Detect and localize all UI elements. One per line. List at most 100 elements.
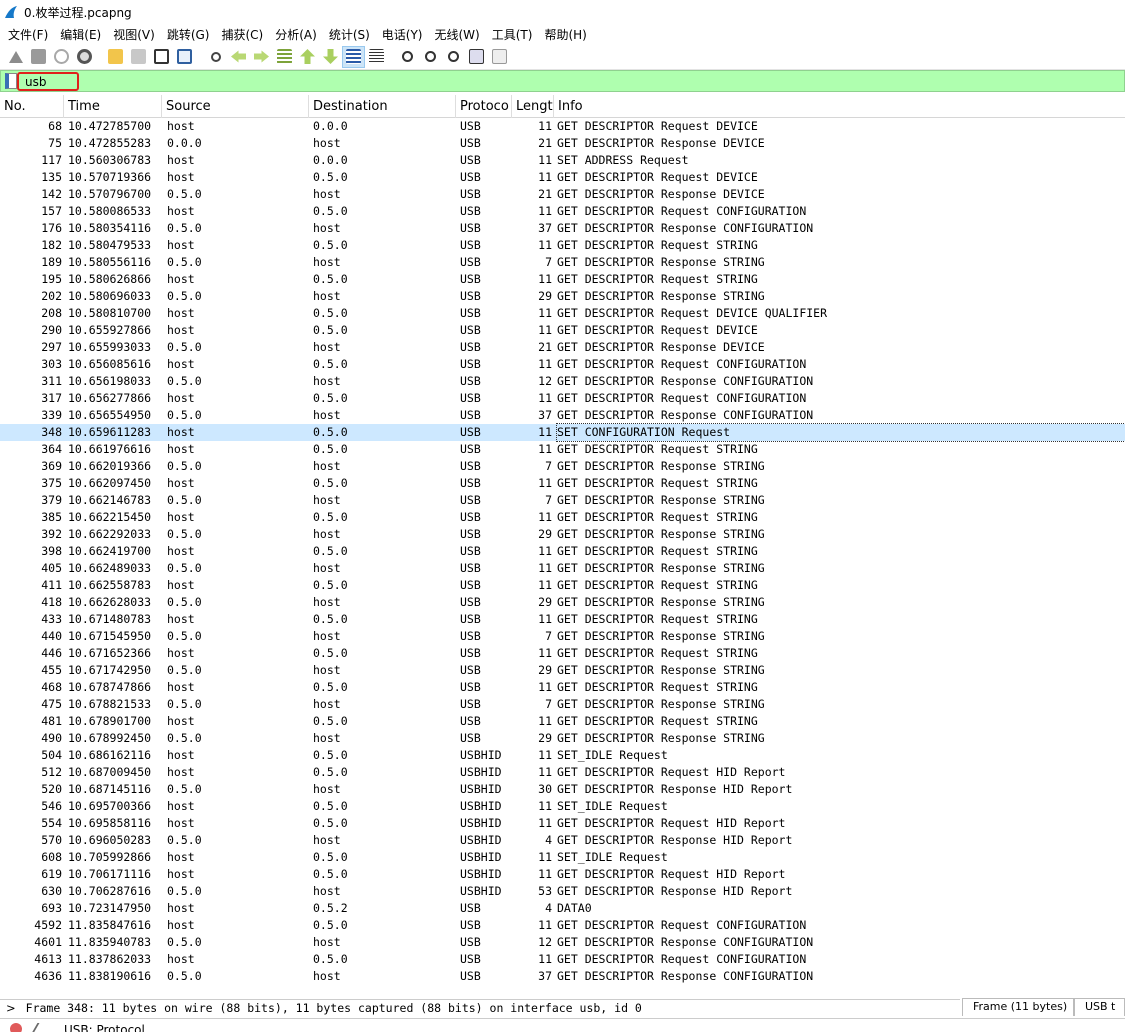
table-row[interactable]: 411 10.662558783 host 0.5.0 USB 11 GET DESCRIP… bbox=[0, 577, 1125, 594]
zoom-out-icon[interactable] bbox=[419, 46, 442, 68]
table-row[interactable]: 182 10.580479533 host 0.5.0 USB 11 GET DESCRIP… bbox=[0, 237, 1125, 254]
table-row[interactable]: 297 10.655993033 0.5.0 host USB 21 GET DESCRIP… bbox=[0, 339, 1125, 356]
edit-comment-icon[interactable] bbox=[30, 1022, 50, 1032]
table-row[interactable]: 195 10.580626866 host 0.5.0 USB 11 GET DESCRIP… bbox=[0, 271, 1125, 288]
cell-protocol: USB bbox=[460, 969, 481, 983]
table-row[interactable]: 375 10.662097450 host 0.5.0 USB 11 GET DESCRIP… bbox=[0, 475, 1125, 492]
table-row[interactable]: 630 10.706287616 0.5.0 host USBHID 53 GET DESC… bbox=[0, 883, 1125, 900]
table-row[interactable]: 348 10.659611283 host 0.5.0 USB 11 SET CONFIGU… bbox=[0, 423, 1125, 442]
column-header-protocol[interactable]: Protoco bbox=[456, 95, 512, 118]
zoom-in-icon[interactable] bbox=[396, 46, 419, 68]
column-header-time[interactable]: Time bbox=[64, 95, 162, 118]
resize-columns-icon[interactable] bbox=[465, 46, 488, 68]
table-row[interactable]: 392 10.662292033 0.5.0 host USB 29 GET DESCRIP… bbox=[0, 526, 1125, 543]
table-row[interactable]: 202 10.580696033 0.5.0 host USB 29 GET DESCRIP… bbox=[0, 288, 1125, 305]
table-row[interactable]: 440 10.671545950 0.5.0 host USB 7 GET DESCRIPT… bbox=[0, 628, 1125, 645]
table-row[interactable]: 446 10.671652366 host 0.5.0 USB 11 GET DESCRIP… bbox=[0, 645, 1125, 662]
table-row[interactable]: 520 10.687145116 0.5.0 host USBHID 30 GET DESC… bbox=[0, 781, 1125, 798]
table-row[interactable]: 398 10.662419700 host 0.5.0 USB 11 GET DESCRIP… bbox=[0, 543, 1125, 560]
autoscroll-icon[interactable] bbox=[342, 45, 365, 68]
table-row[interactable]: 369 10.662019366 0.5.0 host USB 7 GET DESCRIPT… bbox=[0, 458, 1125, 475]
column-header-source[interactable]: Source bbox=[162, 95, 309, 118]
table-row[interactable]: 142 10.570796700 0.5.0 host USB 21 GET DESCRIP… bbox=[0, 186, 1125, 203]
table-row[interactable]: 379 10.662146783 0.5.0 host USB 7 GET DESCRIPT… bbox=[0, 492, 1125, 509]
table-row[interactable]: 619 10.706171116 host 0.5.0 USBHID 11 GET DESC… bbox=[0, 866, 1125, 883]
menu-tools[interactable]: 工具(T) bbox=[486, 26, 539, 43]
table-row[interactable]: 490 10.678992450 0.5.0 host USB 29 GET DESCRIP… bbox=[0, 730, 1125, 747]
table-row[interactable]: 189 10.580556116 0.5.0 host USB 7 GET DESCRIPT… bbox=[0, 254, 1125, 271]
expert-info-icon[interactable] bbox=[10, 1022, 22, 1032]
table-row[interactable]: 554 10.695858116 host 0.5.0 USBHID 11 GET DESC… bbox=[0, 815, 1125, 832]
find-packet-icon[interactable] bbox=[204, 46, 227, 68]
table-row[interactable]: 608 10.705992866 host 0.5.0 USBHID 11 SET_IDLE… bbox=[0, 849, 1125, 866]
table-row[interactable]: 405 10.662489033 0.5.0 host USB 11 GET DESCRIP… bbox=[0, 560, 1125, 577]
table-row[interactable]: 208 10.580810700 host 0.5.0 USB 11 GET DESCRIP… bbox=[0, 305, 1125, 322]
table-row[interactable]: 157 10.580086533 host 0.5.0 USB 11 GET DESCRIP… bbox=[0, 203, 1125, 220]
table-row[interactable]: 364 10.661976616 host 0.5.0 USB 11 GET DESCRIP… bbox=[0, 441, 1125, 458]
table-row[interactable]: 385 10.662215450 host 0.5.0 USB 11 GET DESCRIP… bbox=[0, 509, 1125, 526]
table-row[interactable]: 433 10.671480783 host 0.5.0 USB 11 GET DESCRIP… bbox=[0, 611, 1125, 628]
menu-wireless[interactable]: 无线(W) bbox=[429, 26, 486, 43]
expand-arrow-icon[interactable]: > bbox=[6, 1001, 16, 1015]
stop-capture-icon[interactable] bbox=[27, 46, 50, 68]
table-row[interactable]: 75 10.472855283 0.0.0 host USB 21 GET DESCRIPT… bbox=[0, 135, 1125, 152]
table-row[interactable]: 418 10.662628033 0.5.0 host USB 29 GET DESCRIP… bbox=[0, 594, 1125, 611]
table-row[interactable]: 311 10.656198033 0.5.0 host USB 12 GET DESCRIP… bbox=[0, 373, 1125, 390]
menu-analyze[interactable]: 分析(A) bbox=[269, 26, 323, 43]
normal-size-icon[interactable] bbox=[442, 46, 465, 68]
first-packet-icon[interactable] bbox=[296, 46, 319, 68]
column-header-info[interactable]: Info bbox=[554, 95, 1125, 118]
menu-view[interactable]: 视图(V) bbox=[107, 26, 161, 43]
table-row[interactable]: 4592 11.835847616 host 0.5.0 USB 11 GET DESCRI… bbox=[0, 917, 1125, 934]
table-row[interactable]: 317 10.656277866 host 0.5.0 USB 11 GET DESCRIP… bbox=[0, 390, 1125, 407]
filter-bookmark-icon[interactable] bbox=[5, 73, 17, 89]
table-row[interactable]: 68 10.472785700 host 0.0.0 USB 11 GET DESCRIPT… bbox=[0, 118, 1125, 135]
layout-icon[interactable] bbox=[488, 46, 511, 68]
column-header-destination[interactable]: Destination bbox=[309, 95, 456, 118]
table-row[interactable]: 135 10.570719366 host 0.5.0 USB 11 GET DESCRIP… bbox=[0, 169, 1125, 186]
capture-options-icon[interactable] bbox=[73, 46, 96, 68]
go-back-icon[interactable] bbox=[227, 46, 250, 68]
display-filter-input[interactable] bbox=[17, 72, 79, 91]
table-row[interactable]: 475 10.678821533 0.5.0 host USB 7 GET DESCRIPT… bbox=[0, 696, 1125, 713]
restart-capture-icon[interactable] bbox=[50, 46, 73, 68]
open-file-icon[interactable] bbox=[104, 46, 127, 68]
menu-go[interactable]: 跳转(G) bbox=[161, 26, 216, 43]
go-to-packet-icon[interactable] bbox=[273, 46, 296, 68]
menu-capture[interactable]: 捕获(C) bbox=[215, 26, 269, 43]
tab-frame-bytes[interactable]: Frame (11 bytes) bbox=[962, 998, 1074, 1016]
table-row[interactable]: 693 10.723147950 host 0.5.2 USB 4 DATA0 bbox=[0, 900, 1125, 917]
menu-edit[interactable]: 编辑(E) bbox=[54, 26, 107, 43]
menu-telephony[interactable]: 电话(Y) bbox=[376, 26, 429, 43]
table-row[interactable]: 468 10.678747866 host 0.5.0 USB 11 GET DESCRIP… bbox=[0, 679, 1125, 696]
column-header-length[interactable]: Lengt bbox=[512, 95, 554, 118]
menu-help[interactable]: 帮助(H) bbox=[538, 26, 592, 43]
tab-usb-bytes[interactable]: USB t bbox=[1073, 998, 1125, 1016]
table-row[interactable]: 4601 11.835940783 0.5.0 host USB 12 GET DESCRI… bbox=[0, 934, 1125, 951]
last-packet-icon[interactable] bbox=[319, 46, 342, 68]
table-row[interactable]: 4613 11.837862033 host 0.5.0 USB 11 GET DESCRI… bbox=[0, 951, 1125, 968]
table-row[interactable]: 176 10.580354116 0.5.0 host USB 37 GET DESCRIP… bbox=[0, 220, 1125, 237]
table-row[interactable]: 339 10.656554950 0.5.0 host USB 37 GET DESCRIP… bbox=[0, 407, 1125, 424]
menu-file[interactable]: 文件(F) bbox=[2, 26, 54, 43]
start-capture-icon[interactable] bbox=[4, 46, 27, 68]
frame-summary[interactable]: Frame 348: 11 bytes on wire (88 bits), 1… bbox=[26, 1001, 642, 1015]
table-row[interactable]: 290 10.655927866 host 0.5.0 USB 11 GET DESCRIP… bbox=[0, 322, 1125, 339]
save-file-icon[interactable] bbox=[127, 46, 150, 68]
table-row[interactable]: 4636 11.838190616 0.5.0 host USB 37 GET DESCRI… bbox=[0, 968, 1125, 985]
colorize-icon[interactable] bbox=[365, 46, 388, 68]
table-row[interactable]: 455 10.671742950 0.5.0 host USB 29 GET DESCRIP… bbox=[0, 662, 1125, 679]
cell-info: GET DESCRIPTOR Request STRING bbox=[557, 442, 758, 456]
table-row[interactable]: 303 10.656085616 host 0.5.0 USB 11 GET DESCRIP… bbox=[0, 356, 1125, 373]
table-row[interactable]: 117 10.560306783 host 0.0.0 USB 11 SET ADDRESS… bbox=[0, 152, 1125, 169]
table-row[interactable]: 512 10.687009450 host 0.5.0 USBHID 11 GET DESC… bbox=[0, 764, 1125, 781]
table-row[interactable]: 570 10.696050283 0.5.0 host USBHID 4 GET DESCR… bbox=[0, 832, 1125, 849]
menu-statistics[interactable]: 统计(S) bbox=[323, 26, 376, 43]
column-header-no[interactable]: No. bbox=[0, 95, 64, 118]
table-row[interactable]: 481 10.678901700 host 0.5.0 USB 11 GET DESCRIP… bbox=[0, 713, 1125, 730]
close-file-icon[interactable] bbox=[150, 46, 173, 68]
table-row[interactable]: 504 10.686162116 host 0.5.0 USBHID 11 SET_IDLE… bbox=[0, 747, 1125, 764]
go-forward-icon[interactable] bbox=[250, 46, 273, 68]
table-row[interactable]: 546 10.695700366 host 0.5.0 USBHID 11 SET_IDLE… bbox=[0, 798, 1125, 815]
reload-icon[interactable] bbox=[173, 46, 196, 68]
